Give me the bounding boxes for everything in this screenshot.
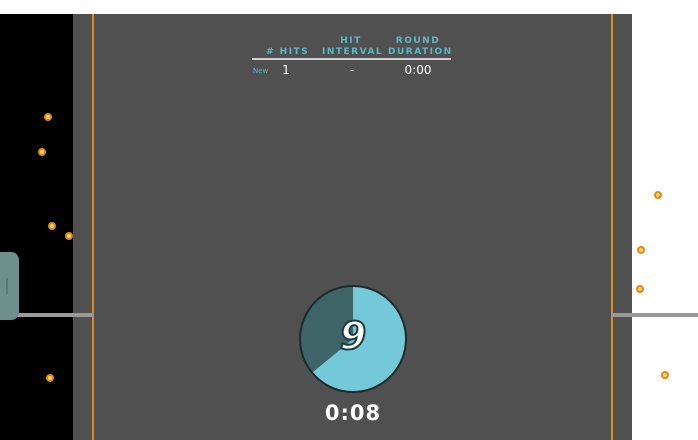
cell-interval: - (349, 63, 355, 77)
target-dot-icon[interactable] (654, 191, 662, 199)
cell-duration: 0:00 (404, 63, 432, 77)
new-row-badge: New (253, 67, 269, 75)
target-dot-icon[interactable] (637, 246, 645, 254)
countdown-number: 9 (339, 313, 367, 359)
target-dot-icon[interactable] (48, 222, 56, 230)
target-dot-icon[interactable] (636, 285, 644, 293)
header-duration-line1: ROUND (395, 36, 441, 46)
target-dot-icon[interactable] (46, 374, 54, 382)
target-dot-icon[interactable] (38, 148, 46, 156)
left-boundary-line (92, 14, 94, 440)
left-dark-zone (0, 14, 73, 440)
target-dot-icon[interactable] (65, 232, 73, 240)
header-interval-line1: HIT (340, 36, 362, 46)
right-boundary-line (611, 14, 613, 440)
header-duration-line2: DURATION (388, 47, 453, 57)
header-interval-line2: INTERVAL (322, 47, 384, 57)
header-hits: # HITS (266, 47, 310, 57)
drawer-arrow-icon (6, 278, 16, 294)
right-horizontal-marker (611, 313, 698, 317)
table-divider (252, 58, 451, 60)
target-dot-icon[interactable] (661, 371, 669, 379)
target-dot-icon[interactable] (44, 113, 52, 121)
cell-hits: 1 (282, 63, 290, 77)
elapsed-time: 0:08 (324, 401, 382, 425)
